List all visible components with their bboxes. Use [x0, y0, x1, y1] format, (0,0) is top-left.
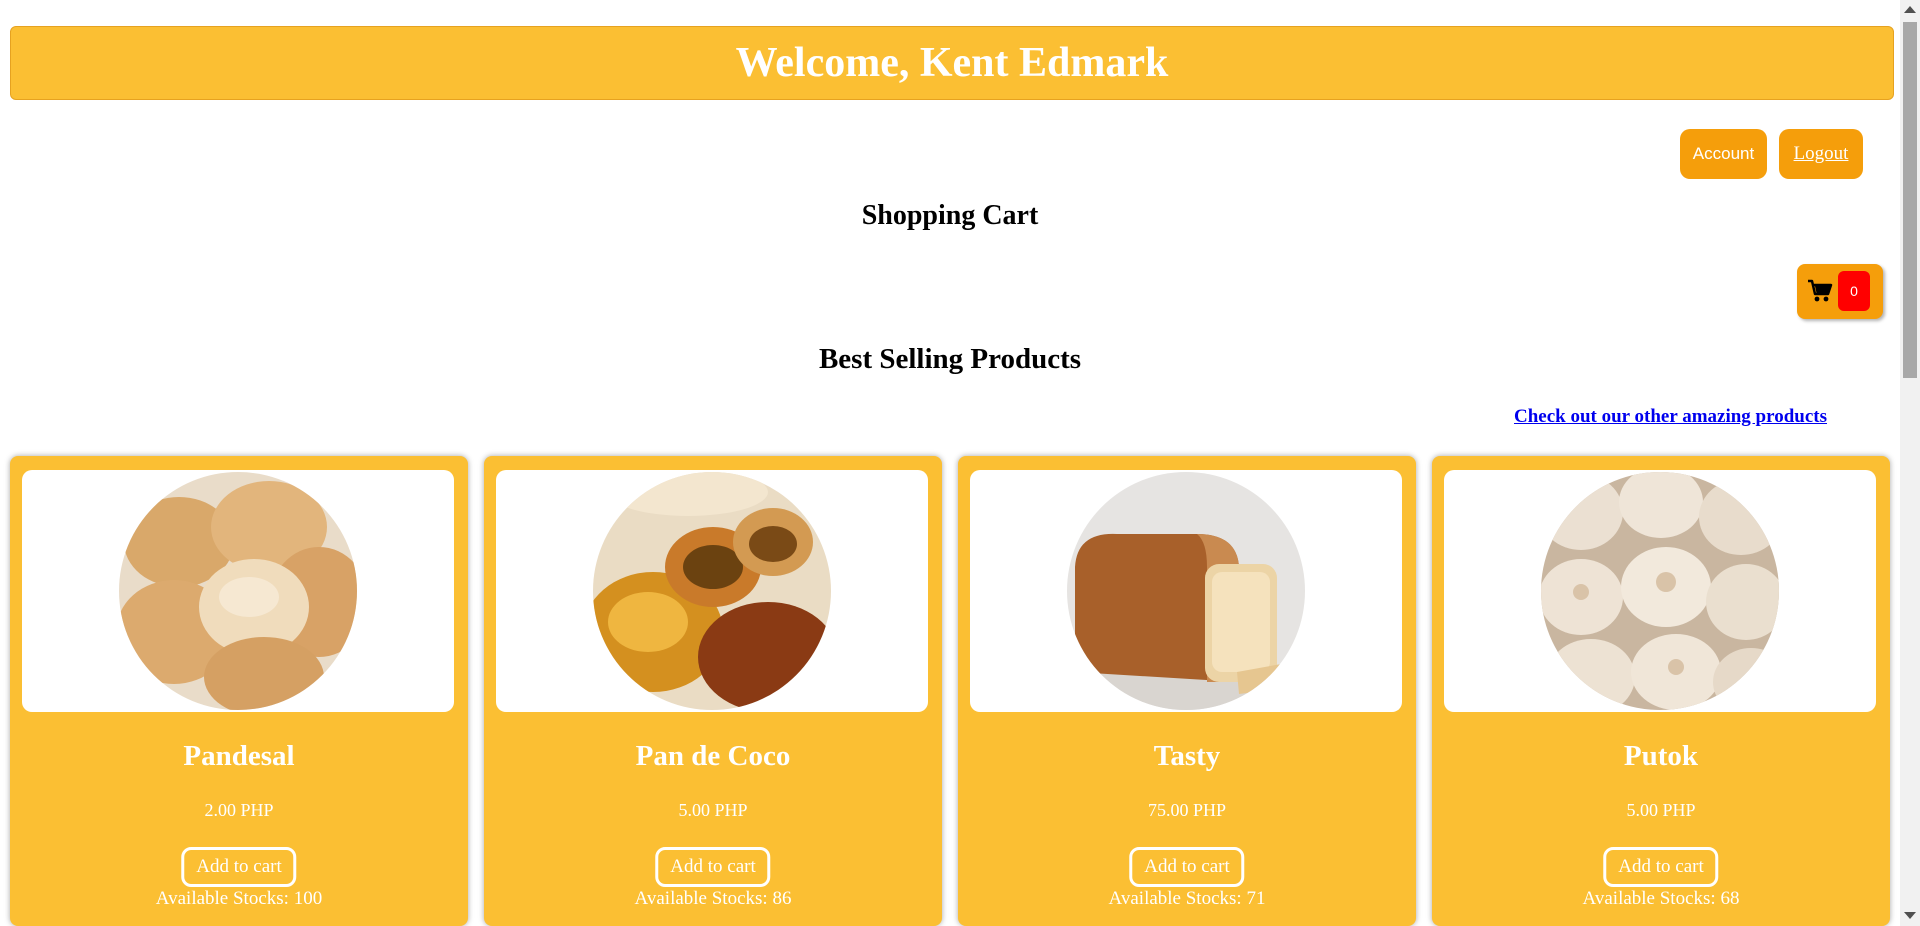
logout-button[interactable]: Logout [1779, 129, 1863, 179]
product-stock: Available Stocks: 86 [634, 888, 792, 909]
product-card-putok: Putok 5.00 PHP Add to cart Available Sto… [1432, 456, 1890, 926]
product-image-frame [970, 470, 1402, 712]
other-products-link[interactable]: Check out our other amazing products [1514, 406, 1827, 428]
product-image-frame [496, 470, 928, 712]
product-price: 5.00 PHP [1626, 800, 1696, 820]
putok-image [1541, 472, 1779, 710]
product-name: Pan de Coco [635, 740, 791, 772]
product-image-frame [22, 470, 454, 712]
add-to-cart-button[interactable]: Add to cart [655, 847, 771, 887]
scroll-up-arrow-icon[interactable] [1904, 6, 1916, 13]
account-button[interactable]: Account [1680, 129, 1767, 179]
product-price: 75.00 PHP [1147, 800, 1227, 820]
add-to-cart-button[interactable]: Add to cart [1603, 847, 1719, 887]
best-selling-title: Best Selling Products [818, 343, 1082, 375]
product-price: 5.00 PHP [678, 800, 748, 820]
add-to-cart-button[interactable]: Add to cart [181, 847, 297, 887]
product-name: Putok [1623, 740, 1699, 772]
product-stock: Available Stocks: 100 [155, 888, 323, 909]
product-price: 2.00 PHP [204, 800, 274, 820]
product-card-pan-de-coco: Pan de Coco 5.00 PHP Add to cart Availab… [484, 456, 942, 926]
product-name: Pandesal [183, 740, 295, 772]
scroll-down-arrow-icon[interactable] [1904, 912, 1916, 919]
tasty-bread-image [1067, 472, 1305, 710]
cart-icon [1808, 279, 1833, 302]
cart-count-badge: 0 [1838, 271, 1870, 311]
page-title: Welcome, Kent Edmark [735, 40, 1169, 86]
product-image-frame [1444, 470, 1876, 712]
welcome-header: Welcome, Kent Edmark [10, 26, 1894, 100]
pandesal-image [119, 472, 357, 710]
shopping-cart-title: Shopping Cart [861, 200, 1039, 231]
add-to-cart-button[interactable]: Add to cart [1129, 847, 1245, 887]
product-card-tasty: Tasty 75.00 PHP Add to cart Available St… [958, 456, 1416, 926]
pan-de-coco-image [593, 472, 831, 710]
cart-button[interactable]: 0 [1797, 264, 1883, 319]
product-stock: Available Stocks: 68 [1582, 888, 1740, 909]
scrollbar-thumb[interactable] [1903, 22, 1917, 378]
product-stock: Available Stocks: 71 [1108, 888, 1266, 909]
vertical-scrollbar[interactable] [1900, 0, 1920, 926]
product-card-pandesal: Pandesal 2.00 PHP Add to cart Available … [10, 456, 468, 926]
product-name: Tasty [1153, 740, 1221, 772]
